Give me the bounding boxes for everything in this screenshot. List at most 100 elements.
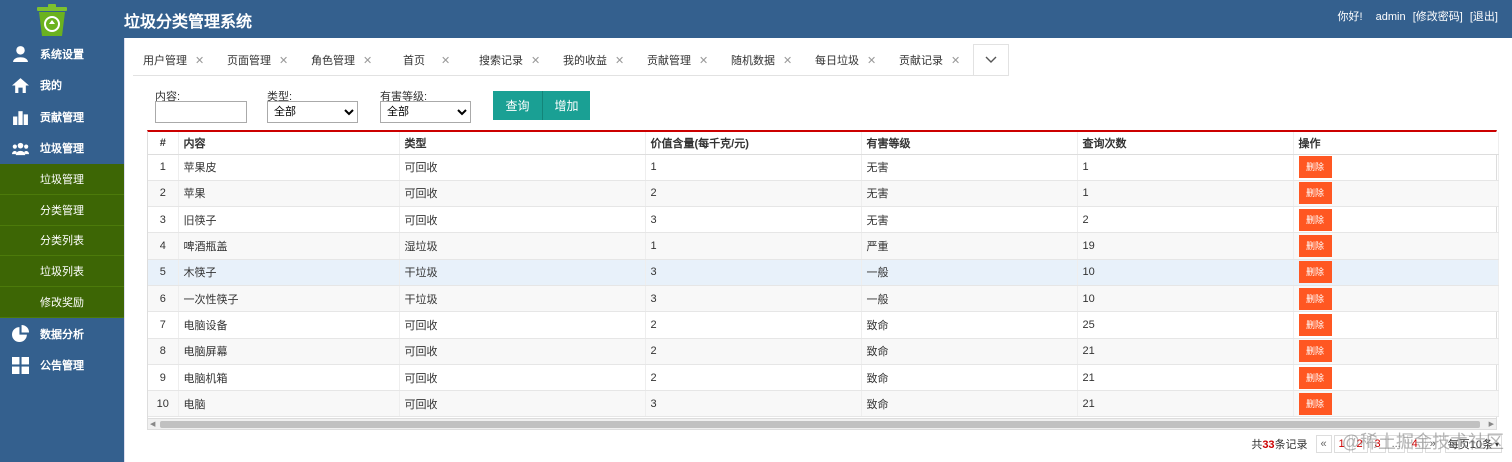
- table-row[interactable]: 2 苹果 可回收 2 无害 1 删除: [148, 180, 1499, 208]
- change-password-link[interactable]: [修改密码]: [1413, 11, 1463, 23]
- page-2-button[interactable]: 2: [1351, 435, 1368, 453]
- cell-harm-level: 一般: [861, 285, 1078, 313]
- username: admin: [1375, 11, 1406, 23]
- page-3-button[interactable]: 3: [1369, 435, 1386, 453]
- cell-index: 6: [148, 285, 179, 313]
- content-input[interactable]: [155, 101, 247, 123]
- delete-button[interactable]: 删除: [1298, 208, 1332, 231]
- tab-random-data[interactable]: 随机数据 ✕: [721, 44, 805, 76]
- close-icon[interactable]: ✕: [531, 54, 540, 67]
- tab-page-management[interactable]: 页面管理 ✕: [217, 44, 301, 76]
- sidebar-subitem-category-list[interactable]: 分类列表: [0, 225, 124, 257]
- tab-contribution-management[interactable]: 贡献管理 ✕: [637, 44, 721, 76]
- delete-button[interactable]: 删除: [1298, 366, 1332, 389]
- cell-value: 1: [645, 154, 862, 181]
- add-button[interactable]: 增加: [542, 91, 590, 120]
- delete-button[interactable]: 删除: [1298, 313, 1332, 336]
- close-icon[interactable]: ✕: [363, 54, 372, 67]
- table-row[interactable]: 8 电脑屏幕 可回收 2 致命 21 删除: [148, 338, 1499, 365]
- tab-daily-garbage[interactable]: 每日垃圾 ✕: [805, 44, 889, 76]
- table-row[interactable]: 6 一次性筷子 干垃圾 3 一般 10 删除: [148, 285, 1499, 313]
- main-content: 用户管理 ✕ 页面管理 ✕ 角色管理 ✕ 首页 ✕ 搜索记录 ✕ 我的收益 ✕ 贡献管理 ✕ …: [124, 38, 1512, 462]
- harm-level-select[interactable]: 全部: [380, 101, 471, 123]
- sidebar-item-contribution[interactable]: 贡献管理: [0, 101, 124, 133]
- sidebar-item-announcement[interactable]: 公告管理: [0, 349, 124, 381]
- table-row[interactable]: 5 木筷子 干垃圾 3 一般 10 删除: [148, 259, 1499, 286]
- cell-actions: 删除: [1293, 232, 1499, 260]
- next-page-button[interactable]: »: [1424, 435, 1441, 453]
- close-icon[interactable]: ✕: [867, 54, 876, 67]
- tab-user-management[interactable]: 用户管理 ✕: [133, 44, 217, 76]
- sidebar-subitem-category-manage[interactable]: 分类管理: [0, 194, 124, 226]
- prev-page-button[interactable]: «: [1315, 435, 1332, 453]
- scroll-right-icon[interactable]: ▶: [1489, 420, 1494, 428]
- top-header: 垃圾分类管理系统 你好! admin [修改密码] [退出]: [0, 0, 1512, 38]
- cell-type: 干垃圾: [399, 285, 646, 313]
- sidebar-item-system-settings[interactable]: 系统设置: [0, 38, 124, 70]
- cell-query-count: 21: [1077, 364, 1294, 392]
- delete-button[interactable]: 删除: [1298, 156, 1332, 179]
- cell-index: 8: [148, 338, 179, 365]
- sidebar-subitem-garbage-manage[interactable]: 垃圾管理: [0, 164, 124, 195]
- delete-button[interactable]: 删除: [1298, 235, 1332, 258]
- cell-harm-level: 致命: [861, 364, 1078, 392]
- tab-more-button[interactable]: [973, 44, 1009, 76]
- tab-label: 我的收益: [563, 55, 607, 67]
- tab-role-management[interactable]: 角色管理 ✕: [301, 44, 385, 76]
- table-row[interactable]: 10 电脑 可回收 3 致命 21 删除: [148, 390, 1499, 418]
- garbage-table: # 内容 类型 价值含量(每千克/元) 有害等级 查询次数 操作 1 苹果皮 可…: [148, 132, 1499, 418]
- column-header-value: 价值含量(每千克/元): [645, 132, 862, 155]
- cell-actions: 删除: [1293, 364, 1499, 392]
- close-icon[interactable]: ✕: [615, 54, 624, 67]
- cell-actions: 删除: [1293, 390, 1499, 418]
- cell-content: 电脑: [178, 390, 400, 418]
- delete-button[interactable]: 删除: [1298, 261, 1332, 284]
- logout-link[interactable]: [退出]: [1470, 11, 1498, 23]
- delete-button[interactable]: 删除: [1298, 182, 1332, 205]
- table-row[interactable]: 9 电脑机箱 可回收 2 致命 21 删除: [148, 364, 1499, 392]
- cell-query-count: 2: [1077, 206, 1294, 234]
- close-icon[interactable]: ✕: [951, 54, 960, 67]
- page-4-button[interactable]: 4: [1406, 435, 1423, 453]
- horizontal-scrollbar[interactable]: ◀ ▶: [147, 418, 1497, 430]
- sidebar-item-garbage-management[interactable]: 垃圾管理: [0, 133, 124, 165]
- close-icon[interactable]: ✕: [783, 54, 792, 67]
- sidebar-subitem-garbage-list[interactable]: 垃圾列表: [0, 256, 124, 288]
- page-size-label: 每页10条: [1447, 439, 1493, 451]
- sidebar-item-data-analysis[interactable]: 数据分析: [0, 318, 124, 350]
- query-button[interactable]: 查询: [493, 91, 542, 120]
- table-row[interactable]: 4 啤酒瓶盖 湿垃圾 1 严重 19 删除: [148, 232, 1499, 260]
- tab-label: 每日垃圾: [815, 55, 859, 67]
- scrollbar-thumb[interactable]: [160, 421, 1480, 428]
- table-row[interactable]: 7 电脑设备 可回收 2 致命 25 删除: [148, 311, 1499, 339]
- cell-index: 3: [148, 206, 179, 234]
- page-size-select[interactable]: 每页10条 ▾: [1444, 435, 1502, 453]
- delete-button[interactable]: 删除: [1298, 392, 1332, 415]
- type-select[interactable]: 全部: [267, 101, 358, 123]
- cell-actions: 删除: [1293, 311, 1499, 339]
- tab-home[interactable]: 首页 ✕: [385, 44, 469, 76]
- tab-contribution-records[interactable]: 贡献记录 ✕: [889, 44, 973, 76]
- page-1-button[interactable]: 1: [1333, 435, 1350, 453]
- cell-actions: 删除: [1293, 285, 1499, 313]
- tab-my-income[interactable]: 我的收益 ✕: [553, 44, 637, 76]
- table-row[interactable]: 1 苹果皮 可回收 1 无害 1 删除: [148, 154, 1499, 181]
- cell-content: 苹果皮: [178, 154, 400, 181]
- scroll-left-icon[interactable]: ◀: [150, 420, 155, 428]
- tab-label: 用户管理: [143, 55, 187, 67]
- delete-button[interactable]: 删除: [1298, 287, 1332, 310]
- close-icon[interactable]: ✕: [279, 54, 288, 67]
- tab-label: 随机数据: [731, 55, 775, 67]
- sidebar-item-mine[interactable]: 我的: [0, 70, 124, 102]
- tab-search-records[interactable]: 搜索记录 ✕: [469, 44, 553, 76]
- sidebar-subitem-modify-reward[interactable]: 修改奖励: [0, 287, 124, 318]
- cell-type: 可回收: [399, 390, 646, 418]
- column-header-actions: 操作: [1293, 132, 1499, 155]
- close-icon[interactable]: ✕: [195, 54, 204, 67]
- pagination: 共33条记录 « 1 2 3 ... 4 » 每页10条 ▾: [1251, 435, 1502, 453]
- close-icon[interactable]: ✕: [699, 54, 708, 67]
- table-row[interactable]: 3 旧筷子 可回收 3 无害 2 删除: [148, 206, 1499, 234]
- delete-button[interactable]: 删除: [1298, 340, 1332, 363]
- close-icon[interactable]: ✕: [441, 54, 450, 67]
- cell-actions: 删除: [1293, 338, 1499, 365]
